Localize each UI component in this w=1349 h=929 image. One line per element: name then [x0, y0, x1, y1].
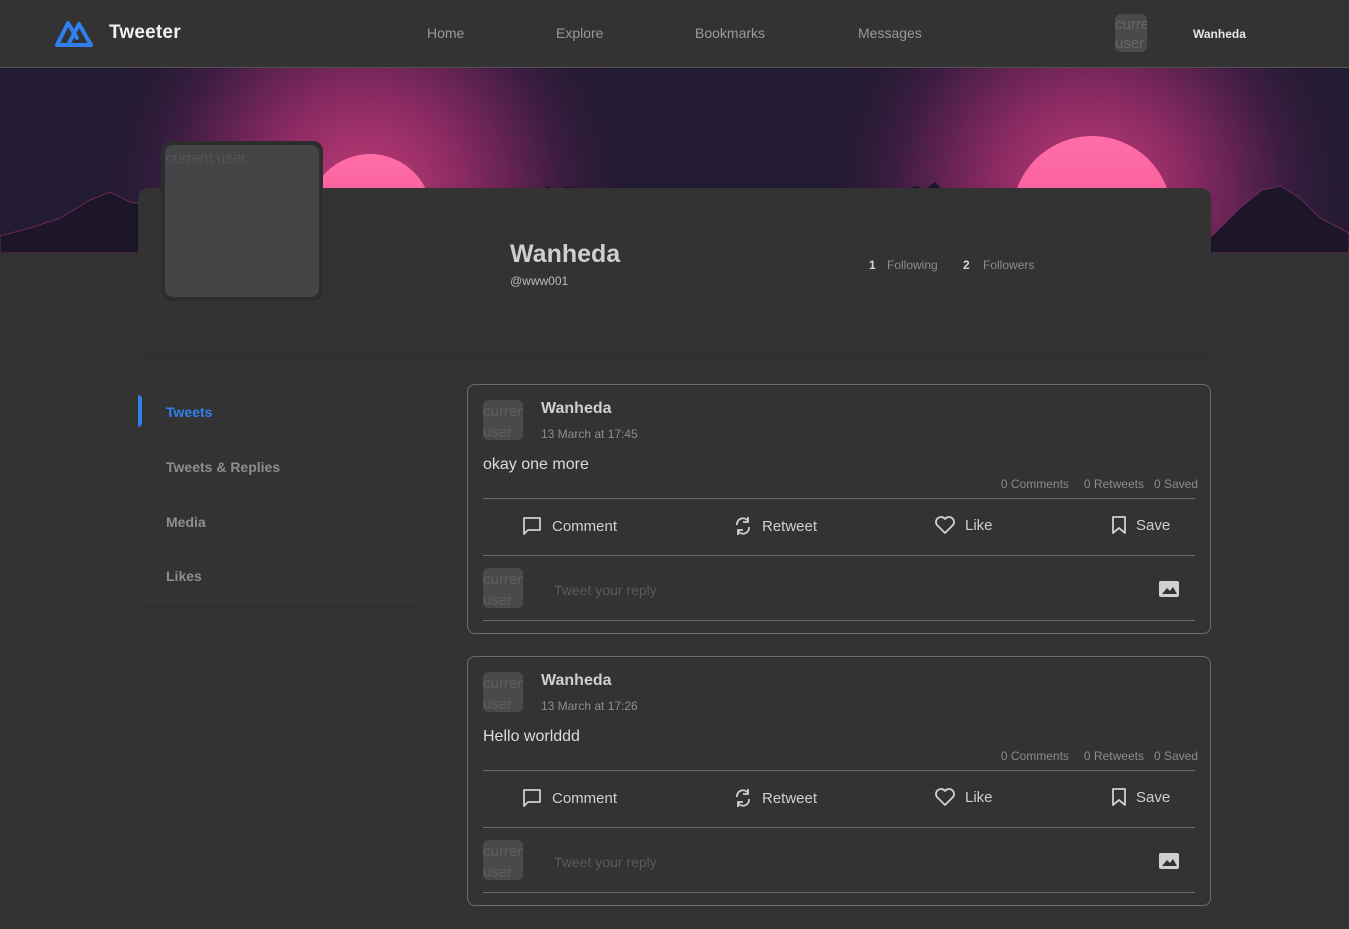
brand-logo[interactable]: Tweeter	[53, 18, 181, 48]
save-button[interactable]: Save	[1111, 787, 1170, 807]
tweet-text: okay one more	[483, 456, 589, 473]
divider	[483, 892, 1195, 893]
tweet-author-name[interactable]: Wanheda	[541, 400, 612, 418]
followers-label[interactable]: Followers	[983, 258, 1034, 272]
profile-avatar-alt: current user	[165, 145, 319, 297]
tab-tweets[interactable]: Tweets	[166, 404, 212, 420]
tab-tweets-replies[interactable]: Tweets & Replies	[166, 459, 280, 475]
tweet-retweets-count: 0 Retweets	[1083, 477, 1144, 491]
save-label: Save	[1136, 788, 1171, 806]
following-count[interactable]: 1	[869, 258, 876, 272]
profile-handle: @www001	[510, 274, 569, 288]
retweet-label: Retweet	[762, 789, 818, 807]
profile-avatar[interactable]: current user	[161, 141, 323, 301]
bookmark-icon	[1112, 516, 1126, 534]
retweet-icon	[736, 789, 750, 807]
tweet-date: 13 March at 17:45	[541, 427, 638, 441]
brand-name: Tweeter	[109, 22, 181, 43]
divider	[483, 770, 1195, 771]
tweet-comments-count: 0 Comments	[1000, 749, 1069, 763]
tweet-saved-count: 0 Saved	[1153, 477, 1198, 491]
profile-tabs-sidebar: Tweets Tweets & Replies Media Likes	[138, 383, 420, 605]
nav-explore[interactable]: Explore	[556, 25, 603, 41]
image-upload-icon[interactable]	[1158, 580, 1180, 598]
header-avatar-alt: current user	[1115, 16, 1147, 52]
heart-icon	[935, 516, 955, 534]
nav-bookmarks[interactable]: Bookmarks	[695, 25, 765, 41]
retweet-label: Retweet	[762, 517, 818, 535]
tweeter-logo-icon	[55, 21, 93, 47]
tweet-card: current user Wanheda 13 March at 17:26 H…	[467, 656, 1211, 906]
save-button[interactable]: Save	[1111, 515, 1170, 535]
retweet-button[interactable]: Retweet	[733, 787, 817, 809]
reply-avatar-alt: current user	[483, 571, 523, 608]
like-button[interactable]: Like	[934, 787, 993, 807]
reply-input[interactable]	[554, 851, 1144, 873]
reply-avatar: current user	[483, 840, 523, 880]
bookmark-icon	[1112, 788, 1126, 806]
retweet-button[interactable]: Retweet	[733, 515, 817, 537]
divider	[483, 620, 1195, 621]
nav-home[interactable]: Home	[427, 25, 464, 41]
divider	[483, 827, 1195, 828]
comment-label: Comment	[552, 789, 618, 807]
reply-avatar-alt: current user	[483, 843, 523, 880]
nav-messages[interactable]: Messages	[858, 25, 922, 41]
tab-likes[interactable]: Likes	[166, 568, 202, 584]
top-navbar: Tweeter Home Explore Bookmarks Messages …	[0, 0, 1349, 68]
reply-input[interactable]	[554, 579, 1144, 601]
like-button[interactable]: Like	[934, 515, 993, 535]
image-upload-icon[interactable]	[1158, 852, 1180, 870]
like-label: Like	[965, 788, 993, 806]
followers-count[interactable]: 2	[963, 258, 970, 272]
tab-media[interactable]: Media	[166, 514, 206, 530]
header-avatar[interactable]: current user	[1115, 14, 1147, 52]
tweet-stats: 0 Comments 0 Retweets 0 Saved	[1001, 477, 1198, 491]
active-tab-indicator	[138, 395, 142, 427]
tweet-saved-count: 0 Saved	[1153, 749, 1198, 763]
divider	[483, 498, 1195, 499]
reply-avatar: current user	[483, 568, 523, 608]
tweet-retweets-count: 0 Retweets	[1083, 749, 1144, 763]
tweet-avatar-alt: current user	[483, 675, 523, 712]
tweet-comments-count: 0 Comments	[1000, 477, 1069, 491]
save-label: Save	[1136, 516, 1171, 534]
divider	[483, 555, 1195, 556]
tweet-text: Hello worlddd	[483, 728, 580, 745]
tweet-author-name[interactable]: Wanheda	[541, 672, 612, 690]
comment-button[interactable]: Comment	[521, 515, 617, 537]
tweet-avatar-alt: current user	[483, 403, 523, 440]
tweet-author-avatar[interactable]: current user	[483, 672, 523, 712]
tweet-author-avatar[interactable]: current user	[483, 400, 523, 440]
like-label: Like	[965, 516, 993, 534]
retweet-icon	[736, 517, 750, 535]
comment-button[interactable]: Comment	[521, 787, 617, 809]
tweet-card: current user Wanheda 13 March at 17:45 o…	[467, 384, 1211, 634]
comment-label: Comment	[552, 517, 618, 535]
heart-icon	[935, 788, 955, 806]
header-user-name[interactable]: Wanheda	[1193, 27, 1246, 41]
comment-icon	[523, 789, 541, 807]
profile-name: Wanheda	[510, 240, 621, 268]
comment-icon	[523, 517, 541, 535]
following-label[interactable]: Following	[887, 258, 938, 272]
tweet-stats: 0 Comments 0 Retweets 0 Saved	[1001, 749, 1198, 763]
tweet-date: 13 March at 17:26	[541, 699, 638, 713]
